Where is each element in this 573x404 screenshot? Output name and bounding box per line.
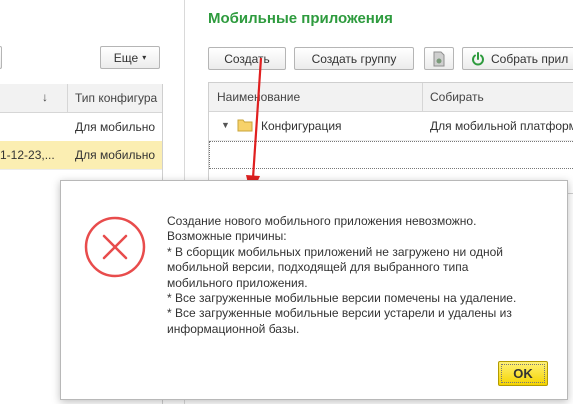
error-dialog: Создание нового мобильного приложения не…: [60, 180, 568, 400]
table-cell: Для мобильно: [75, 120, 156, 134]
message-line: мобильного приложения.: [167, 275, 308, 290]
column-header-name[interactable]: Наименование: [217, 90, 300, 104]
error-message: Создание нового мобильного приложения не…: [167, 214, 557, 337]
apps-table: Наименование Собирать ▼ Конфигурация Для…: [208, 82, 573, 194]
dropdown-arrow-icon: ▾: [142, 53, 147, 62]
message-line: * Все загруженные мобильные версии помеч…: [167, 291, 517, 306]
row-collect-value: Для мобильной платформ: [430, 119, 573, 133]
column-header-collect[interactable]: Собирать: [430, 90, 484, 104]
left-toolbar-button[interactable]: [0, 46, 2, 69]
message-line: информационной базы.: [167, 321, 300, 336]
create-button[interactable]: Создать: [208, 47, 286, 70]
table-row[interactable]: Для мобильно: [0, 113, 162, 142]
collect-app-button[interactable]: Собрать прил: [462, 47, 573, 70]
table-row[interactable]: ▼ Конфигурация Для мобильной платформ: [209, 112, 573, 141]
message-line: * В сборщик мобильных приложений не загр…: [167, 244, 503, 259]
column-separator: [67, 84, 68, 112]
message-line: Создание нового мобильного приложения не…: [167, 214, 477, 228]
message-line: мобильной версии, подходящей для выбранн…: [167, 260, 469, 275]
create-group-button[interactable]: Создать группу: [294, 47, 414, 70]
row-name: Конфигурация: [261, 119, 342, 133]
left-table-header: ↓ Тип конфигура: [0, 84, 162, 113]
column-header-config-type[interactable]: Тип конфигура: [75, 91, 157, 105]
power-icon: [472, 51, 484, 65]
ok-button[interactable]: OK: [498, 361, 548, 386]
expand-triangle-icon[interactable]: ▼: [221, 120, 230, 130]
more-button[interactable]: Еще ▾: [100, 46, 160, 69]
error-x-circle-icon: [84, 216, 146, 278]
sort-arrow-icon[interactable]: ↓: [42, 90, 48, 104]
message-line: Возможные причины:: [167, 229, 287, 244]
more-button-label: Еще: [113, 50, 139, 65]
collect-app-label: Собрать прил: [491, 51, 569, 66]
document-icon: [433, 51, 445, 66]
table-cell: 1-12-23,...: [0, 148, 55, 162]
table-row-selected[interactable]: 1-12-23,... Для мобильно: [0, 141, 162, 170]
folder-icon: [237, 119, 253, 132]
column-separator: [422, 83, 423, 111]
table-row-focused[interactable]: [209, 141, 573, 169]
page-title: Мобильные приложения: [208, 10, 393, 27]
apps-table-header: Наименование Собирать: [209, 83, 573, 112]
table-cell: Для мобильно: [75, 148, 156, 162]
message-line: * Все загруженные мобильные версии устар…: [167, 306, 512, 321]
document-icon-button[interactable]: [424, 47, 454, 70]
